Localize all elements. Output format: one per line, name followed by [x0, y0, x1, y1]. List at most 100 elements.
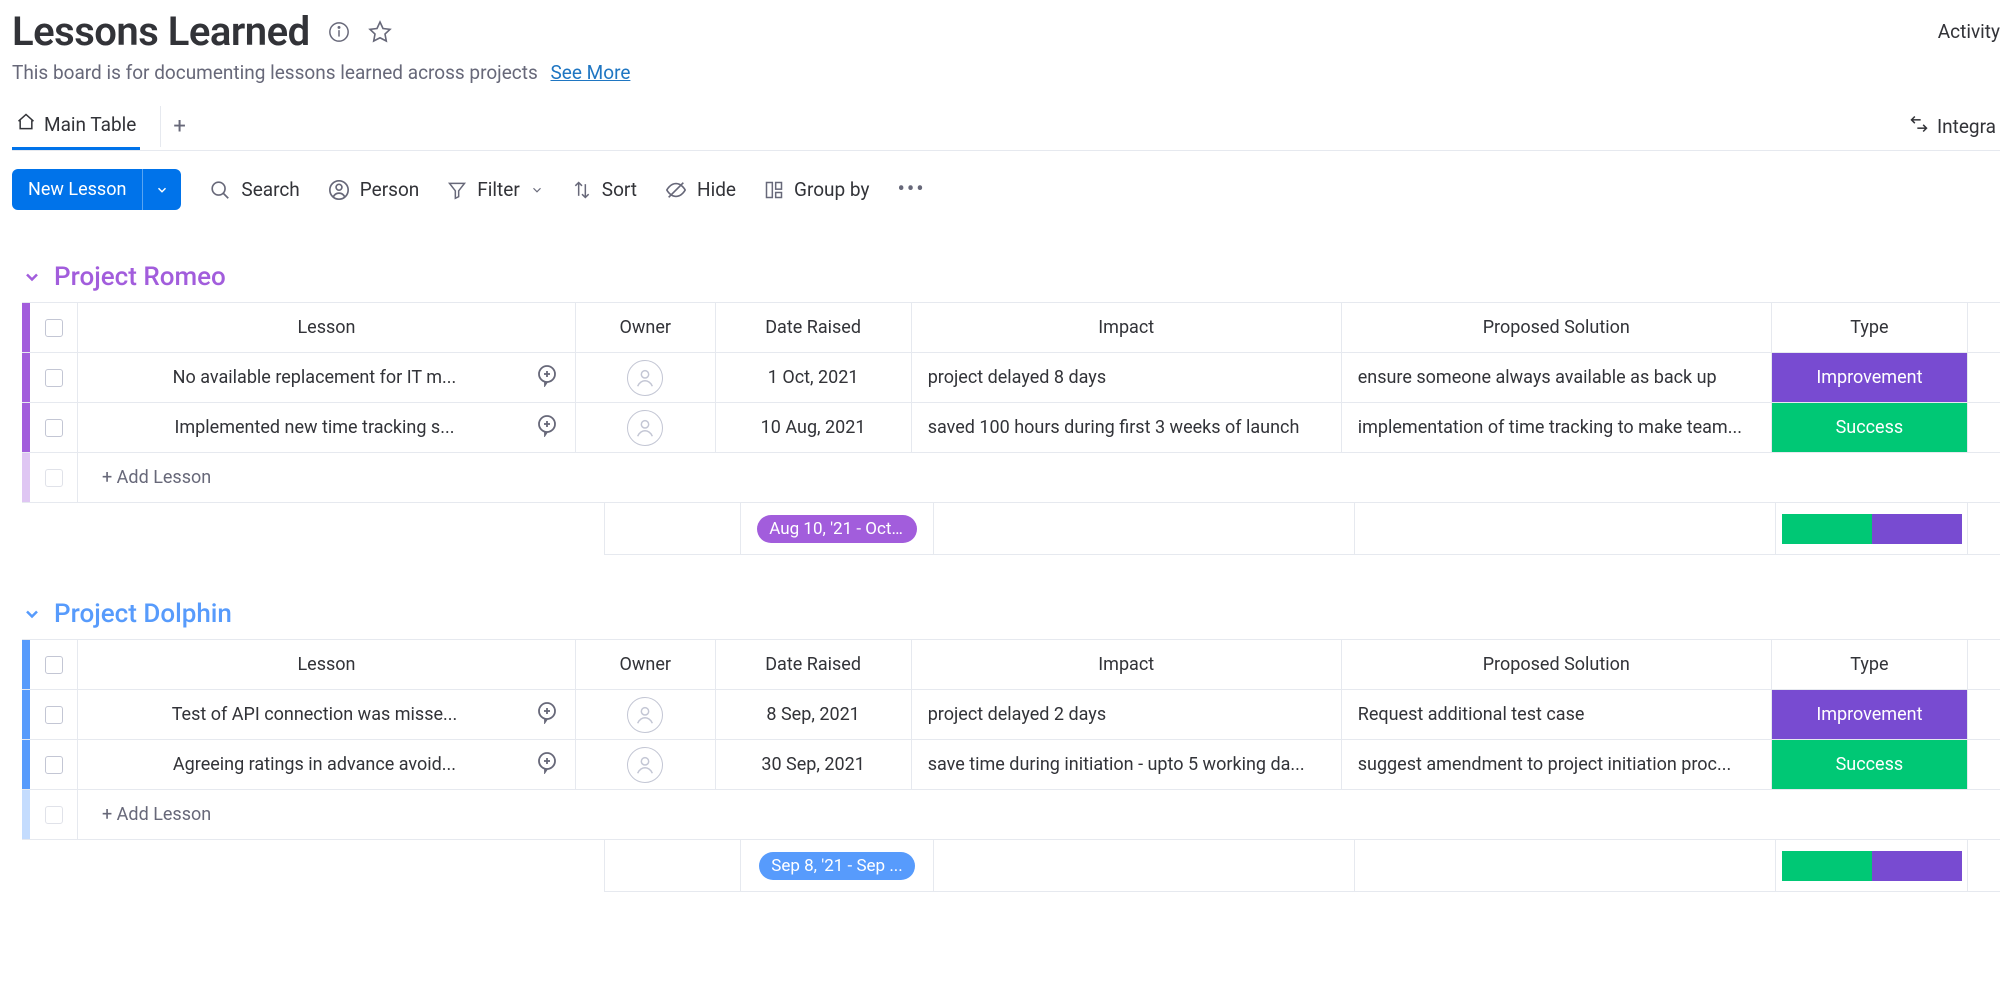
group-summary: Aug 10, '21 - Oct... [22, 503, 2000, 555]
cell-solution[interactable]: ensure someone always available as back … [1342, 353, 1772, 402]
activity-link[interactable]: Activity [1938, 20, 2000, 43]
cell-owner[interactable] [576, 740, 716, 789]
cell-type[interactable]: Improvement [1772, 690, 1968, 739]
select-all-checkbox[interactable] [30, 640, 78, 689]
group-table: LessonOwnerDate RaisedImpactProposed Sol… [22, 639, 2000, 840]
group-by-label: Group by [794, 178, 869, 201]
cell-type[interactable]: Success [1772, 403, 1968, 452]
col-date[interactable]: Date Raised [716, 640, 912, 689]
search-tool[interactable]: Search [209, 178, 299, 201]
cell-lesson[interactable]: Implemented new time tracking s... [78, 403, 576, 452]
row-checkbox[interactable] [30, 690, 78, 739]
filter-label: Filter [477, 178, 519, 201]
group-header[interactable]: Project Dolphin [22, 599, 2000, 629]
col-type[interactable]: Type [1772, 303, 1968, 352]
table-row[interactable]: No available replacement for IT m... 1 Oc… [22, 353, 2000, 403]
filter-tool[interactable]: Filter [447, 178, 543, 201]
cell-date[interactable]: 10 Aug, 2021 [716, 403, 912, 452]
group-name: Project Dolphin [54, 599, 232, 629]
cell-impact[interactable]: save time during initiation - upto 5 wor… [912, 740, 1342, 789]
col-impact[interactable]: Impact [912, 640, 1342, 689]
see-more-link[interactable]: See More [551, 61, 631, 84]
summary-type[interactable] [1776, 503, 1968, 555]
col-solution[interactable]: Proposed Solution [1342, 303, 1772, 352]
group-by-tool[interactable]: Group by [764, 178, 869, 201]
cell-lesson[interactable]: Agreeing ratings in advance avoid... [78, 740, 576, 789]
col-date[interactable]: Date Raised [716, 303, 912, 352]
conversation-icon[interactable] [535, 363, 559, 392]
more-options-icon[interactable]: ••• [897, 177, 925, 202]
cell-solution[interactable]: suggest amendment to project initiation … [1342, 740, 1772, 789]
column-headers: LessonOwnerDate RaisedImpactProposed Sol… [22, 303, 2000, 353]
cell-owner[interactable] [576, 353, 716, 402]
tab-main-table[interactable]: Main Table [12, 102, 140, 150]
add-lesson-label[interactable]: + Add Lesson [78, 453, 2000, 502]
board-header: Lessons Learned Activity [12, 8, 2000, 55]
group-name: Project Romeo [54, 262, 226, 292]
board-description-row: This board is for documenting lessons le… [12, 61, 2000, 84]
summary-type[interactable] [1776, 840, 1968, 892]
search-icon [209, 179, 231, 201]
summary-date[interactable]: Aug 10, '21 - Oct... [741, 503, 934, 555]
group-table: LessonOwnerDate RaisedImpactProposed Sol… [22, 302, 2000, 503]
board-toolbar: New Lesson Search Person Filter Sort Hid… [12, 151, 2000, 218]
home-icon [16, 112, 36, 137]
cell-date[interactable]: 30 Sep, 2021 [716, 740, 912, 789]
cell-date[interactable]: 8 Sep, 2021 [716, 690, 912, 739]
row-checkbox[interactable] [30, 353, 78, 402]
person-icon [328, 179, 350, 201]
sort-icon [572, 180, 592, 200]
col-owner[interactable]: Owner [576, 640, 716, 689]
summary-solution [1355, 503, 1776, 555]
cell-date[interactable]: 1 Oct, 2021 [716, 353, 912, 402]
cell-lesson[interactable]: Test of API connection was misse... [78, 690, 576, 739]
conversation-icon[interactable] [535, 750, 559, 779]
cell-impact[interactable]: project delayed 2 days [912, 690, 1342, 739]
info-icon[interactable] [328, 21, 350, 43]
summary-owner [604, 840, 741, 892]
board-title[interactable]: Lessons Learned [12, 8, 310, 55]
conversation-icon[interactable] [535, 700, 559, 729]
group: Project DolphinLessonOwnerDate RaisedImp… [12, 599, 2000, 892]
person-tool[interactable]: Person [328, 178, 420, 201]
hide-label: Hide [697, 178, 736, 201]
cell-owner[interactable] [576, 690, 716, 739]
cell-type[interactable]: Success [1772, 740, 1968, 789]
cell-type[interactable]: Improvement [1772, 353, 1968, 402]
row-checkbox[interactable] [30, 740, 78, 789]
table-row[interactable]: Implemented new time tracking s... 10 Aug… [22, 403, 2000, 453]
table-row[interactable]: Agreeing ratings in advance avoid... 30 S… [22, 740, 2000, 790]
add-view-button[interactable]: + [160, 106, 197, 147]
group-header[interactable]: Project Romeo [22, 262, 2000, 292]
select-all-checkbox[interactable] [30, 303, 78, 352]
sort-tool[interactable]: Sort [572, 178, 637, 201]
star-icon[interactable] [368, 20, 392, 44]
cell-lesson[interactable]: No available replacement for IT m... [78, 353, 576, 402]
col-owner[interactable]: Owner [576, 303, 716, 352]
conversation-icon[interactable] [535, 413, 559, 442]
hide-tool[interactable]: Hide [665, 178, 736, 201]
row-checkbox[interactable] [30, 403, 78, 452]
cell-solution[interactable]: Request additional test case [1342, 690, 1772, 739]
col-solution[interactable]: Proposed Solution [1342, 640, 1772, 689]
avatar-icon [627, 410, 663, 446]
table-row[interactable]: Test of API connection was misse... 8 Sep… [22, 690, 2000, 740]
add-lesson-row[interactable]: + Add Lesson [22, 790, 2000, 840]
cell-impact[interactable]: saved 100 hours during first 3 weeks of … [912, 403, 1342, 452]
new-lesson-label[interactable]: New Lesson [12, 169, 142, 210]
add-lesson-label[interactable]: + Add Lesson [78, 790, 2000, 839]
summary-owner [604, 503, 741, 555]
integrate-label[interactable]: Integra [1937, 115, 1996, 138]
cell-solution[interactable]: implementation of time tracking to make … [1342, 403, 1772, 452]
col-lesson[interactable]: Lesson [78, 303, 576, 352]
new-lesson-dropdown[interactable] [142, 169, 181, 210]
summary-date[interactable]: Sep 8, '21 - Sep ... [741, 840, 934, 892]
add-lesson-row[interactable]: + Add Lesson [22, 453, 2000, 503]
new-lesson-button[interactable]: New Lesson [12, 169, 181, 210]
cell-impact[interactable]: project delayed 8 days [912, 353, 1342, 402]
col-type[interactable]: Type [1772, 640, 1968, 689]
col-impact[interactable]: Impact [912, 303, 1342, 352]
col-lesson[interactable]: Lesson [78, 640, 576, 689]
board-description: This board is for documenting lessons le… [12, 61, 538, 84]
cell-owner[interactable] [576, 403, 716, 452]
